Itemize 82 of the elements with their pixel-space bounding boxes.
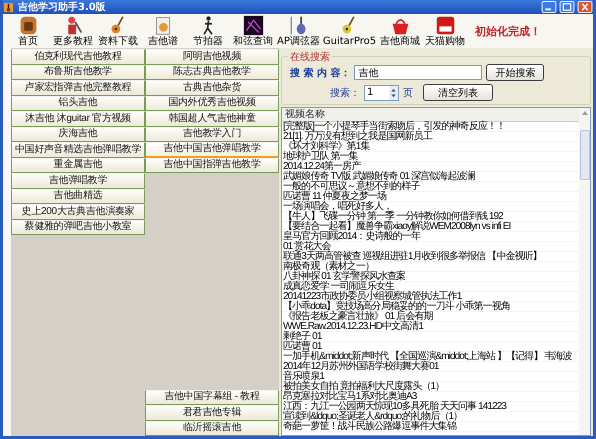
video-row[interactable]: 21[1]. 万万没有想到之我是国网新员工 (282, 132, 579, 142)
video-row[interactable]: 20141223市政协委员小组视察城管执法工作1 (282, 292, 579, 302)
video-row[interactable]: 皇马官方回顾2014：史诗般的一年 (282, 232, 579, 242)
toolbar-button[interactable]: 吉他谱 (142, 15, 184, 47)
category-button[interactable]: 铝头吉他 (11, 96, 145, 111)
video-row[interactable]: 【要结合一起看】魔兽争霸xiaoy解说WEM2008lyn vs infi EI (282, 222, 579, 232)
category-button[interactable]: 吉他教学入门 (145, 126, 279, 142)
video-row[interactable]: 八卦神探 01 玄学警探风水查案 (282, 272, 579, 282)
category-button[interactable]: 陈志古典吉他教学 (145, 64, 279, 80)
category-button[interactable]: 国内外优秀吉他视频 (145, 96, 279, 111)
guitar-icon (3, 2, 14, 12)
category-button[interactable]: 布鲁斯吉他教学 (11, 64, 145, 80)
search-button[interactable]: 开始搜索 (486, 64, 544, 81)
category-button[interactable]: 沐吉他 沐guitar 官方视频 (11, 111, 145, 126)
video-row[interactable]: 音乐喷泉1 (282, 372, 579, 382)
toolbar-button[interactable]: AP调弦器 (277, 15, 320, 47)
toolbar-button[interactable]: 吉他商城 (379, 15, 422, 47)
toolbar-button[interactable]: 节拍器 (187, 15, 229, 47)
page-label: 搜索： (330, 86, 360, 100)
video-row[interactable]: 剩绝子 01 (282, 332, 579, 342)
toolbar-button[interactable]: 和弦查询 (232, 15, 274, 47)
video-row[interactable]: 地球护卫队 第一集 (282, 152, 579, 162)
toolbar-button[interactable]: 更多教程 (52, 15, 94, 47)
video-row[interactable]: 宣读到&ldquo;圣诞老人&rdquo;的礼物后（1） (282, 412, 579, 422)
category-button[interactable]: 吉他中国吉他弹唱教学 (145, 142, 279, 158)
video-row[interactable]: 被拍美女自拍 竟拍福利大尺度露头（1） (282, 382, 579, 392)
video-row[interactable]: [完整版]一个小提琴手当街索吻后，引发的神奇反应！！ (282, 122, 579, 132)
category-button[interactable]: 韩国超人气吉他神童 (145, 111, 279, 126)
video-row[interactable]: 匹诺曹 11 仲夏夜之梦一场 (282, 192, 579, 202)
category-button[interactable]: 蔡健雅的弹吧吉他小教室 (11, 220, 145, 235)
video-row[interactable]: 2014.12.24第一房产 (282, 162, 579, 172)
video-row[interactable]: 01 赏花大会 (282, 242, 579, 252)
category-button[interactable]: 庆海吉他 (11, 126, 145, 142)
toolbar-button[interactable]: GuitarPro5 (322, 15, 376, 47)
category-button[interactable]: 吉他中国字幕组 - 教程 (145, 390, 279, 405)
search-field[interactable]: 吉他 (354, 65, 482, 80)
category-button[interactable]: 吉他曲精选 (11, 188, 145, 204)
category-button[interactable]: 阿明吉他视频 (145, 49, 279, 64)
page-unit: 页 (403, 86, 413, 100)
video-row[interactable]: WWE.Raw.2014.12.23.HD中文高清1 (282, 322, 579, 332)
window-title: 吉他学习助手3.0版 (18, 0, 106, 14)
spinner-arrows-icon[interactable] (389, 86, 398, 100)
close-icon[interactable] (577, 1, 593, 13)
category-button[interactable]: 吉他弹唱教学 (11, 173, 145, 188)
search-label: 搜 索 内 容： (290, 66, 350, 80)
video-row[interactable]: 2014年12月苏州外国语学校街舞大赛01 (282, 362, 579, 372)
video-row[interactable]: 匹诺曹 01 (282, 342, 579, 352)
video-row[interactable]: 成真恋爱学 一司闹逗乐女生 (282, 282, 579, 292)
toolbar-button[interactable]: 资料下载 (97, 15, 139, 47)
video-row[interactable]: 一般的不可思议～意想不到的样子 (282, 182, 579, 192)
scroll-thumb[interactable] (580, 130, 590, 180)
video-row[interactable]: 武媚娘传奇 TV版 武媚娘传奇 01 深宫似海起波澜 (282, 172, 579, 182)
video-row[interactable]: 联通3天两高管被查 巡视组进驻1月收到很多举报信 【中金视听】 (282, 252, 579, 262)
category-button[interactable]: 古典吉他杂货 (145, 80, 279, 96)
page-spinner[interactable]: 1 (364, 84, 399, 100)
video-row[interactable]: 一加手机&middot;新声时代 【全国巡演&middot;上海站 】【记得】 韦海波 (282, 352, 579, 362)
category-button[interactable]: 中国好声音精选吉他弹唱教学 (11, 142, 145, 158)
video-row[interactable]: 【小乖dota】竞技场高分局稳妥的的一刀斗 小乖第一视角 (282, 302, 579, 312)
video-row[interactable]: 一场演唱会，唱死好多人， (282, 202, 579, 212)
category-button[interactable]: 伯克利现代吉他教程 (11, 49, 145, 64)
video-row[interactable]: 【牛人】飞碟一分钟 第一季 一分钟教你如何借到钱 192 (282, 212, 579, 222)
video-row[interactable]: 《坏才刘科学》第1集 (282, 142, 579, 152)
category-button[interactable]: 临沂摇滚吉他 (145, 420, 279, 436)
video-row[interactable]: 《报告老板之豪言壮旅》 01 后会有期 (282, 312, 579, 322)
video-row[interactable]: 奇葩一萝筐！战斗民族公路爆逗事件大集锦 (282, 422, 579, 432)
category-button[interactable]: 君君吉他专辑 (145, 405, 279, 420)
toolbar-button[interactable]: 天猫购物 (424, 15, 466, 47)
column-header[interactable]: 视频名称 (282, 108, 579, 122)
group-title: 在线搜索 (288, 50, 332, 64)
toolbar-button[interactable]: 首页 (7, 15, 49, 47)
video-row[interactable]: 江西：九江一公园两天惊现10多具死胎 天天问事 141223 (282, 402, 579, 412)
status-text: 初始化完成！ (475, 24, 542, 38)
maximize-icon[interactable] (559, 1, 575, 13)
category-button[interactable]: 卢家宏指弹吉他完整教程 (11, 80, 145, 96)
video-row[interactable]: 昂克塞拉对比宝马1系对比奥迪A3 (282, 392, 579, 402)
video-row[interactable]: 南极奇观（素材之一） (282, 262, 579, 272)
clear-button[interactable]: 清空列表 (423, 84, 493, 101)
category-button[interactable]: 吉他中国指弹吉他教学 (145, 158, 279, 173)
category-button[interactable]: 重金属吉他 (11, 158, 145, 173)
scrollbar[interactable] (579, 108, 590, 435)
minimize-icon[interactable] (541, 1, 557, 13)
category-button[interactable]: 史上200大古典吉他演奏家 (11, 204, 145, 220)
